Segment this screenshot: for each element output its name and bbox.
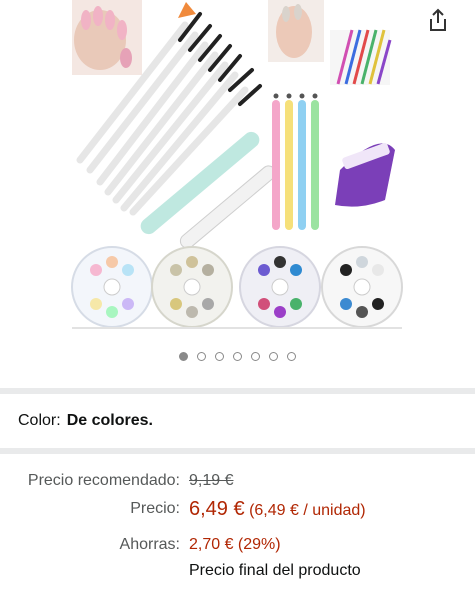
price-value-group: 6,49 € (6,49 € / unidad): [189, 498, 366, 521]
cleaning-brush: [335, 142, 395, 207]
dotting-tools: [272, 93, 319, 230]
striping-tape-rolls: [330, 29, 392, 85]
price-value: 6,49 €: [189, 498, 245, 520]
list-price-row: Precio recomendado: 9,19 €: [0, 472, 475, 496]
savings-label: Ahorras:: [119, 536, 180, 553]
price-label: Precio:: [130, 500, 180, 517]
nail-hand-photo-right: [268, 0, 324, 62]
unit-price: (6,49 € / unidad): [249, 502, 366, 519]
list-price-label: Precio recomendado:: [27, 472, 180, 489]
section-divider: [0, 448, 475, 454]
color-value: De colores.: [66, 412, 153, 429]
carousel-dot[interactable]: [179, 352, 188, 361]
carousel-dot[interactable]: [269, 352, 278, 361]
share-button[interactable]: [424, 6, 452, 34]
price-row: Precio: 6,49 € (6,49 € / unidad): [0, 498, 475, 524]
color-label: Color:: [18, 412, 61, 429]
final-price-row: Precio final del producto: [0, 562, 475, 586]
list-price-value: 9,19 €: [189, 472, 234, 489]
share-icon: [430, 8, 446, 31]
color-variation: Color: De colores.: [18, 412, 153, 430]
section-divider: [0, 388, 475, 394]
savings-value: 2,70 € (29%): [189, 536, 281, 553]
carousel-dot[interactable]: [251, 352, 260, 361]
carousel-indicator: [0, 352, 475, 361]
product-image-gallery[interactable]: [0, 0, 475, 380]
product-image[interactable]: [0, 0, 475, 345]
carousel-dot[interactable]: [233, 352, 242, 361]
carousel-dot[interactable]: [197, 352, 206, 361]
rhinestone-wheels: [71, 246, 403, 328]
carousel-dot[interactable]: [287, 352, 296, 361]
nail-hand-photo-left: [72, 0, 142, 75]
carousel-dot[interactable]: [215, 352, 224, 361]
final-price-note: Precio final del producto: [189, 562, 361, 579]
savings-row: Ahorras: 2,70 € (29%): [0, 536, 475, 560]
